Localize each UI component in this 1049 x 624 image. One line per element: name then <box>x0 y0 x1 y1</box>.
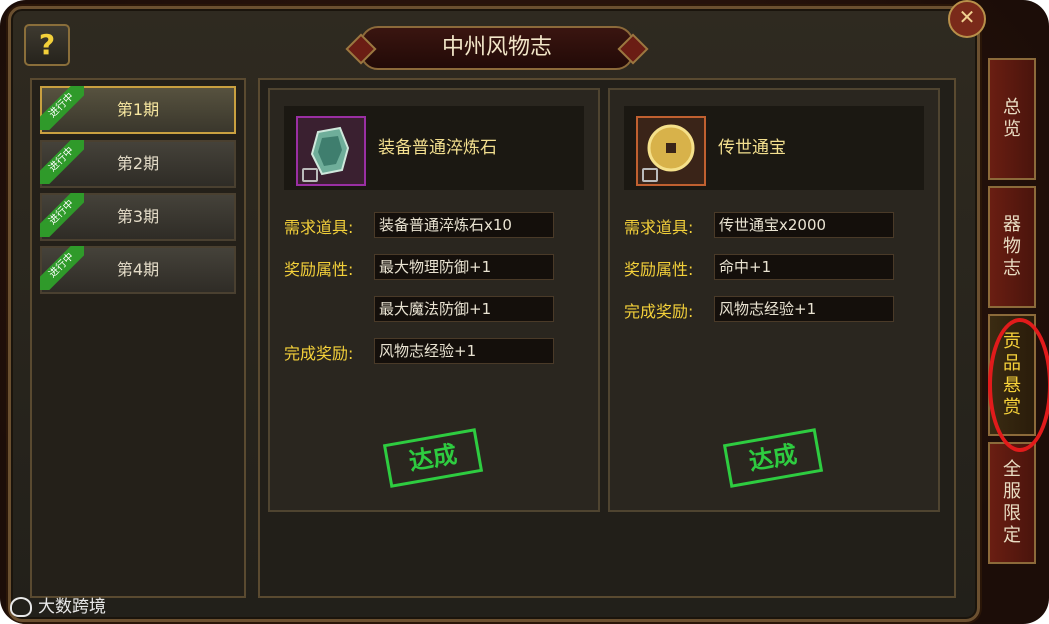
side-tabs: 总览 器物志 贡品悬赏 全服限定 <box>982 58 1042 578</box>
required-item-value: 装备普通淬炼石x10 <box>374 212 554 238</box>
game-window: ? 中州风物志 ✕ 进行中 第1期 进行中 第2期 进行中 第3期 进行中 第4… <box>0 0 1049 624</box>
reward-attr-value: 命中+1 <box>714 254 894 280</box>
reward-attr-label: 奖励属性: <box>624 260 694 279</box>
item-header: 传世通宝 <box>624 106 924 190</box>
lock-icon <box>302 168 318 182</box>
completion-reward-label: 完成奖励: <box>284 344 354 363</box>
reward-attr-value: 最大物理防御+1 <box>374 254 554 280</box>
tab-artifacts[interactable]: 器物志 <box>988 186 1036 308</box>
period-label: 第3期 <box>116 207 160 226</box>
watermark-text: 大数跨境 <box>38 597 106 617</box>
period-label: 第2期 <box>116 154 160 173</box>
completion-reward-value: 风物志经验+1 <box>714 296 894 322</box>
reward-attr-label: 奖励属性: <box>284 260 354 279</box>
bounty-card-2: 传世通宝 需求道具: 传世通宝x2000 奖励属性: 命中+1 完成奖励: 风物… <box>608 88 940 512</box>
close-icon[interactable]: ✕ <box>948 0 986 38</box>
gold-coin-icon[interactable] <box>636 116 706 186</box>
bounty-content: 装备普通淬炼石 需求道具: 装备普通淬炼石x10 奖励属性: 最大物理防御+1 … <box>258 78 956 598</box>
watermark-logo-icon <box>10 597 32 617</box>
reward-attr-value: 最大魔法防御+1 <box>374 296 554 322</box>
tab-overview[interactable]: 总览 <box>988 58 1036 180</box>
completion-reward-label: 完成奖励: <box>624 302 694 321</box>
period-list: 进行中 第1期 进行中 第2期 进行中 第3期 进行中 第4期 <box>30 78 246 598</box>
tab-server-limited[interactable]: 全服限定 <box>988 442 1036 564</box>
watermark: 大数跨境 <box>10 592 106 617</box>
bounty-card-1: 装备普通淬炼石 需求道具: 装备普通淬炼石x10 奖励属性: 最大物理防御+1 … <box>268 88 600 512</box>
period-item-3[interactable]: 进行中 第3期 <box>40 193 236 241</box>
period-item-2[interactable]: 进行中 第2期 <box>40 140 236 188</box>
period-label: 第4期 <box>116 260 160 279</box>
jade-stone-icon[interactable] <box>296 116 366 186</box>
item-header: 装备普通淬炼石 <box>284 106 584 190</box>
item-name: 装备普通淬炼石 <box>378 138 497 158</box>
lock-icon <box>642 168 658 182</box>
help-button[interactable]: ? <box>24 24 70 66</box>
period-item-1[interactable]: 进行中 第1期 <box>40 86 236 134</box>
red-highlight-circle <box>988 318 1049 452</box>
achieved-stamp: 达成 <box>382 428 484 488</box>
required-item-value: 传世通宝x2000 <box>714 212 894 238</box>
period-item-4[interactable]: 进行中 第4期 <box>40 246 236 294</box>
completion-reward-value: 风物志经验+1 <box>374 338 554 364</box>
window-title: 中州风物志 <box>360 26 634 70</box>
period-label: 第1期 <box>116 100 160 119</box>
required-item-label: 需求道具: <box>284 218 354 237</box>
required-item-label: 需求道具: <box>624 218 694 237</box>
achieved-stamp: 达成 <box>722 428 824 488</box>
item-name: 传世通宝 <box>718 138 786 158</box>
